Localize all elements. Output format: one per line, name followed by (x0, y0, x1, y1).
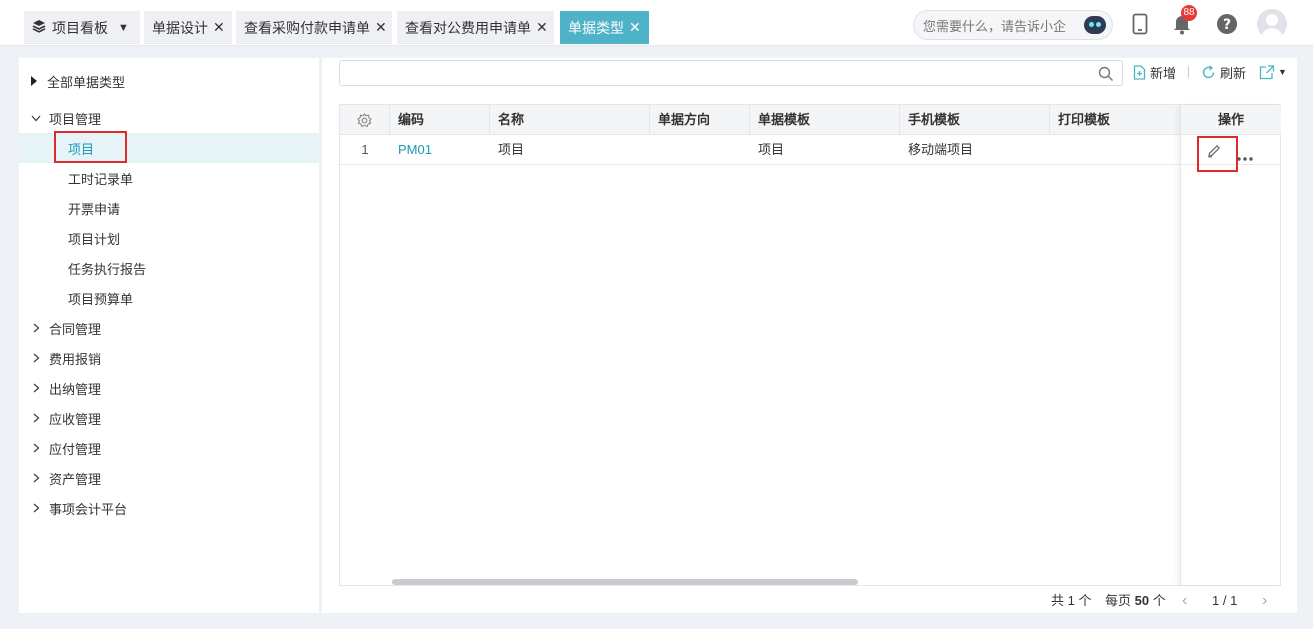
mobile-icon[interactable] (1129, 12, 1151, 36)
horizontal-scrollbar[interactable] (392, 579, 858, 585)
new-file-icon (1133, 64, 1146, 80)
chevron-right-icon (29, 503, 43, 513)
caret-down-icon[interactable]: ▼ (118, 22, 129, 34)
chevron-right-icon (29, 443, 43, 453)
pager-page-indicator: 1 / 1 (1212, 593, 1238, 608)
svg-text:?: ? (1223, 17, 1231, 33)
refresh-button[interactable]: 刷新 (1201, 62, 1246, 82)
close-icon[interactable]: ✕ (629, 19, 641, 36)
sidebar-item-project-budget[interactable]: 项目预算单 (19, 283, 319, 313)
sidebar-group-contract-mgmt[interactable]: 合同管理 (19, 313, 319, 343)
refresh-icon (1201, 64, 1216, 80)
close-icon[interactable]: ✕ (536, 19, 548, 36)
chevron-right-icon (29, 353, 43, 363)
toolbar-divider (1188, 66, 1189, 78)
avatar[interactable] (1257, 9, 1287, 39)
tab-project-board[interactable]: 项目看板 ▼ (24, 11, 140, 44)
chevron-right-icon (29, 383, 43, 393)
close-icon[interactable]: ✕ (375, 19, 387, 36)
row-code-link[interactable]: PM01 (390, 135, 490, 165)
search-icon[interactable] (1098, 66, 1114, 85)
row-index: 1 (361, 142, 369, 157)
pager-total: 共 1 个 (1051, 593, 1092, 608)
sidebar-item-project-plan[interactable]: 项目计划 (19, 223, 319, 253)
sidebar-group-cashier[interactable]: 出纳管理 (19, 373, 319, 403)
column-header-direction[interactable]: 单据方向 (650, 105, 750, 135)
export-icon (1259, 64, 1275, 80)
caret-down-icon: ▼ (1278, 67, 1287, 77)
sidebar-group-accounting-platform[interactable]: 事项会计平台 (19, 493, 319, 523)
sidebar-root[interactable]: 全部单据类型 (19, 66, 319, 96)
caret-right-icon (27, 76, 41, 86)
chevron-right-icon (29, 473, 43, 483)
sidebar-item-task-report[interactable]: 任务执行报告 (19, 253, 319, 283)
robot-icon[interactable] (1084, 16, 1106, 34)
close-icon[interactable]: ✕ (213, 19, 225, 36)
table-header: 编码 名称 单据方向 单据模板 手机模板 打印模板 (340, 105, 1280, 135)
next-page-icon[interactable]: › (1262, 592, 1267, 610)
assistant-search-input[interactable]: 您需要什么，请告诉小企 (913, 10, 1113, 40)
tab-form-design[interactable]: 单据设计 ✕ (144, 11, 232, 44)
chevron-right-icon (29, 323, 43, 333)
more-icon[interactable] (1237, 149, 1253, 164)
sidebar-group-project-mgmt[interactable]: 项目管理 (19, 103, 319, 133)
tab-public-expense[interactable]: 查看对公费用申请单 ✕ (397, 11, 554, 44)
chevron-right-icon (29, 413, 43, 423)
tab-label: 项目看板 (52, 19, 108, 36)
add-button[interactable]: 新增 (1133, 62, 1176, 82)
prev-page-icon[interactable]: ‹ (1182, 592, 1187, 610)
column-header-operations: 操作 (1181, 105, 1281, 135)
column-settings[interactable] (340, 105, 390, 135)
pager-per-page[interactable]: 每页 50 个 (1105, 592, 1166, 610)
gear-icon (357, 112, 372, 128)
edit-icon[interactable] (1207, 144, 1221, 161)
sidebar: 全部单据类型 项目管理 项目 工时记录单 开票申请 项目计划 任务执行报告 项目… (19, 58, 319, 613)
top-bar: 项目看板 ▼ 单据设计 ✕ 查看采购付款申请单 ✕ 查看对公费用申请单 ✕ 单据… (0, 0, 1313, 46)
search-placeholder: 您需要什么，请告诉小企 (923, 18, 1067, 34)
layers-icon (32, 19, 46, 36)
notification-badge: 88 (1181, 5, 1197, 21)
tab-purchase-payment[interactable]: 查看采购付款申请单 ✕ (236, 11, 392, 44)
row-template: 项目 (758, 142, 785, 157)
column-header-mobile-template[interactable]: 手机模板 (900, 105, 1050, 135)
tab-document-types[interactable]: 单据类型 ✕ (560, 11, 649, 44)
sidebar-group-expense[interactable]: 费用报销 (19, 343, 319, 373)
main-panel: 新增 刷新 ▼ 编码 名称 单据方向 单据模板 手机模板 打印模板 1 PM01… (322, 58, 1297, 613)
sidebar-group-receivable[interactable]: 应收管理 (19, 403, 319, 433)
sidebar-group-assets[interactable]: 资产管理 (19, 463, 319, 493)
tab-label: 查看对公费用申请单 (405, 19, 531, 36)
document-type-table: 编码 名称 单据方向 单据模板 手机模板 打印模板 1 PM01 项目 项目 移… (339, 104, 1281, 586)
tab-label: 查看采购付款申请单 (244, 19, 370, 36)
row-print-template (1050, 135, 1180, 165)
row-name: 项目 (498, 142, 525, 157)
sidebar-item-timesheet[interactable]: 工时记录单 (19, 163, 319, 193)
column-header-name[interactable]: 名称 (490, 105, 650, 135)
operations-column: 操作 (1180, 105, 1281, 585)
row-mobile-template: 移动端项目 (908, 142, 974, 157)
row-direction (650, 135, 750, 165)
sidebar-item-project[interactable]: 项目 (19, 133, 319, 163)
column-header-template[interactable]: 单据模板 (750, 105, 900, 135)
tab-label: 单据设计 (152, 19, 208, 36)
sidebar-group-payable[interactable]: 应付管理 (19, 433, 319, 463)
column-header-code[interactable]: 编码 (390, 105, 490, 135)
column-header-print-template[interactable]: 打印模板 (1050, 105, 1180, 135)
sidebar-item-invoice-request[interactable]: 开票申请 (19, 193, 319, 223)
table-row[interactable]: 1 PM01 项目 项目 移动端项目 (340, 135, 1280, 165)
search-input[interactable] (339, 60, 1123, 86)
chevron-down-icon (29, 115, 43, 122)
help-icon[interactable]: ? (1216, 12, 1238, 36)
tab-label: 单据类型 (568, 19, 624, 36)
export-button[interactable]: ▼ (1259, 62, 1287, 82)
